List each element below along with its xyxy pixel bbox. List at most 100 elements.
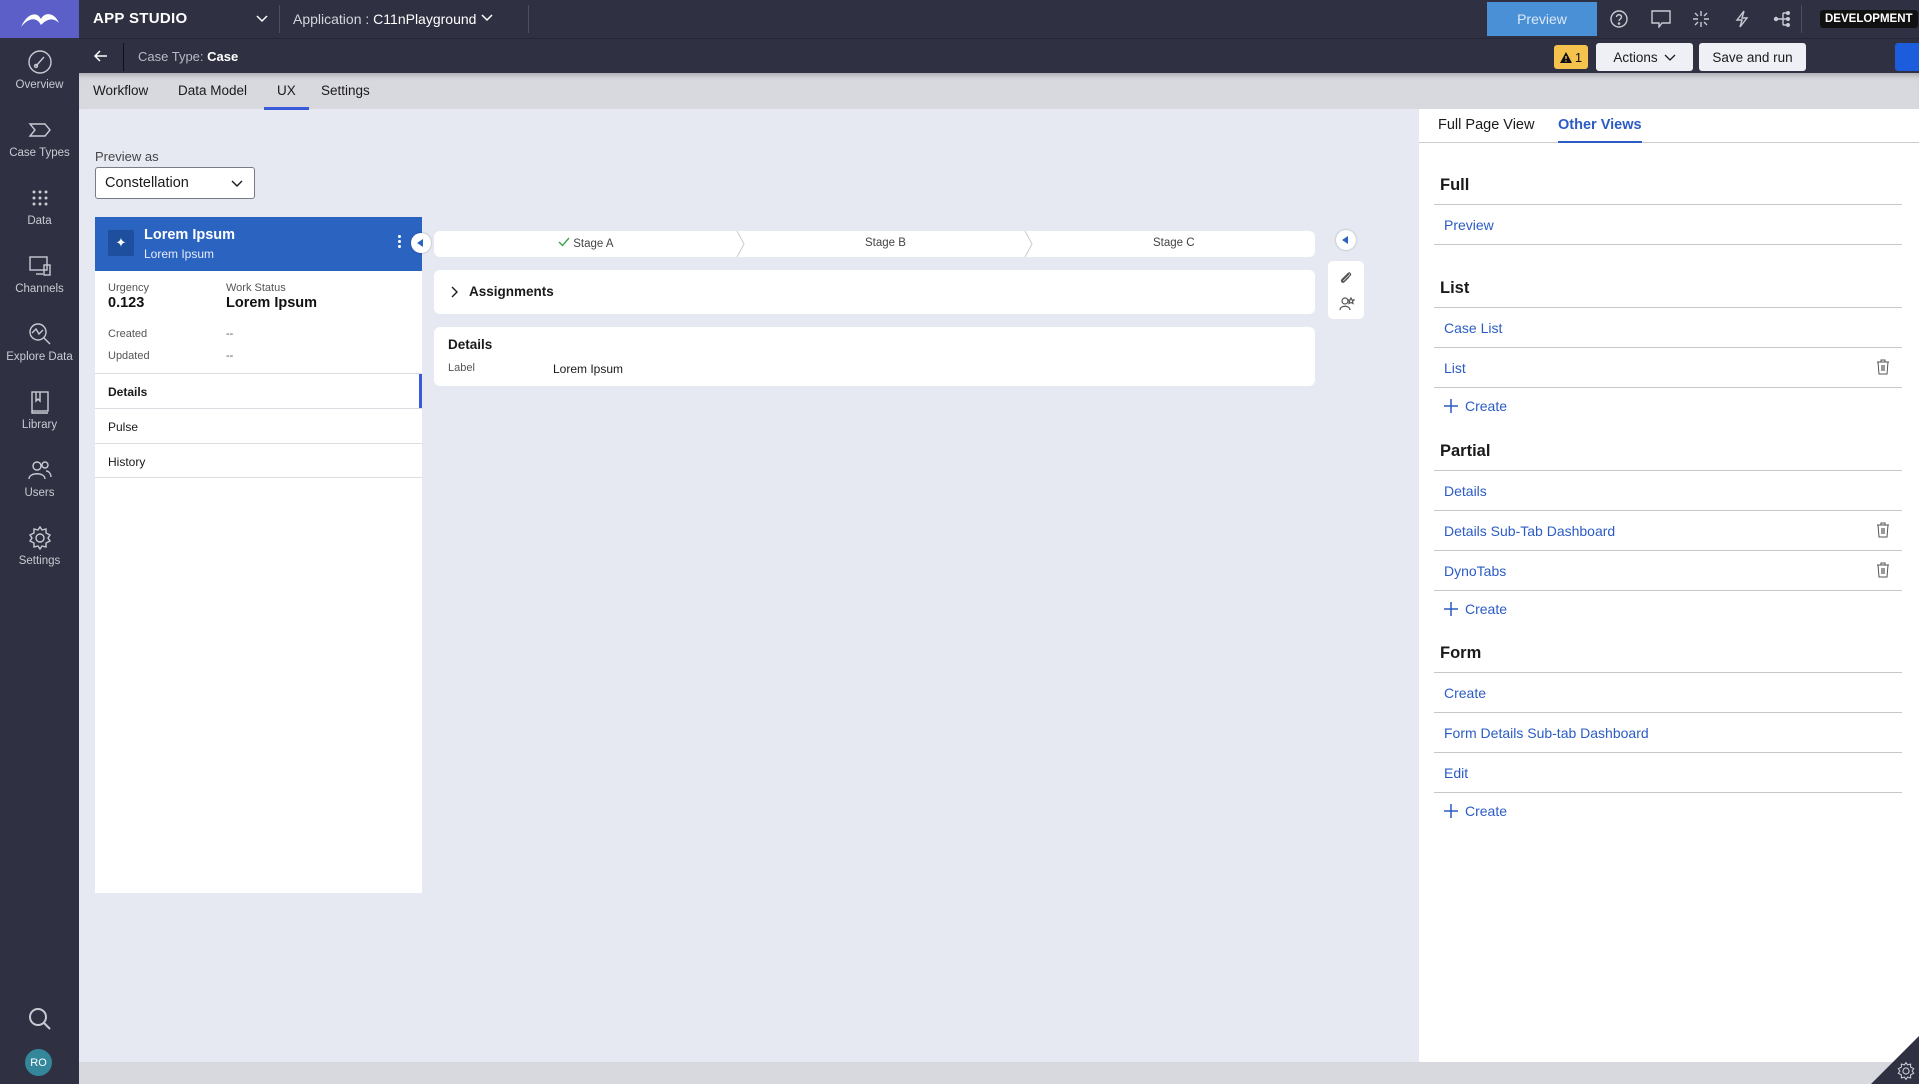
trash-icon[interactable] bbox=[1876, 562, 1890, 578]
section-title: Full bbox=[1434, 176, 1902, 205]
stage-a[interactable]: Stage A bbox=[558, 237, 614, 250]
warnings-button[interactable]: 1 bbox=[1554, 45, 1588, 69]
rail-label: Settings bbox=[18, 555, 61, 567]
stage-label: Stage A bbox=[573, 238, 614, 250]
pega-logo[interactable] bbox=[0, 0, 79, 38]
view-link-edit[interactable]: Edit bbox=[1434, 753, 1902, 793]
updated-label: Updated bbox=[108, 350, 150, 362]
warning-count: 1 bbox=[1574, 49, 1583, 65]
create-partial-view-button[interactable]: Create bbox=[1434, 591, 1902, 627]
section-form: Form Create Form Details Sub-tab Dashboa… bbox=[1434, 644, 1902, 829]
preview-as-value: Constellation bbox=[105, 175, 189, 191]
preview-as-select[interactable]: Constellation bbox=[95, 167, 255, 199]
environment-badge: DEVELOPMENT bbox=[1820, 10, 1918, 28]
left-rail: Overview Case Types Data Channels Explor… bbox=[0, 0, 79, 1084]
case-tab-pulse[interactable]: Pulse bbox=[95, 408, 422, 443]
case-types-chevron-icon bbox=[28, 123, 51, 137]
stage-c[interactable]: Stage C bbox=[1153, 237, 1195, 249]
ai-button[interactable] bbox=[1692, 10, 1710, 28]
tab-data-model[interactable]: Data Model bbox=[178, 83, 247, 98]
check-icon bbox=[558, 237, 570, 247]
utilities-panel bbox=[1328, 261, 1364, 319]
actions-button[interactable]: Actions bbox=[1596, 43, 1693, 71]
followers-icon[interactable] bbox=[1339, 297, 1355, 311]
view-link-details[interactable]: Details bbox=[1434, 471, 1902, 511]
chat-icon bbox=[1651, 10, 1671, 30]
assignments-label: Assignments bbox=[469, 284, 554, 299]
rail-search-button[interactable] bbox=[0, 1006, 79, 1036]
rail-item-channels[interactable]: Channels bbox=[0, 253, 79, 295]
case-header: ✦ Lorem Ipsum Lorem Ipsum bbox=[95, 217, 422, 271]
collapse-summary-button[interactable] bbox=[411, 233, 431, 253]
rail-item-users[interactable]: Users bbox=[0, 457, 79, 499]
application-name: C11nPlayground bbox=[373, 11, 477, 27]
rail-item-data[interactable]: Data bbox=[0, 185, 79, 227]
view-link-details-sub-tab-dashboard[interactable]: Details Sub-Tab Dashboard bbox=[1434, 511, 1902, 551]
studio-title: APP STUDIO bbox=[93, 10, 188, 27]
rail-item-case-types[interactable]: Case Types bbox=[0, 117, 79, 159]
rail-item-library[interactable]: Library bbox=[0, 389, 79, 431]
views-panel: Full Page View Other Views Full Preview … bbox=[1419, 109, 1919, 1062]
rail-item-settings[interactable]: Settings bbox=[0, 525, 79, 567]
plus-icon bbox=[1444, 399, 1458, 413]
section-title: List bbox=[1434, 279, 1902, 308]
studio-switcher-chevron-icon[interactable] bbox=[255, 12, 269, 26]
create-list-view-button[interactable]: Create bbox=[1434, 388, 1902, 424]
rail-item-explore-data[interactable]: Explore Data bbox=[0, 321, 79, 363]
warning-icon bbox=[1559, 51, 1572, 63]
case-type-breadcrumb: Case Type: Case bbox=[138, 49, 238, 64]
case-type-icon: ✦ bbox=[108, 230, 134, 256]
trash-icon[interactable] bbox=[1876, 522, 1890, 538]
preview-as-label: Preview as bbox=[95, 149, 159, 164]
case-title: Lorem Ipsum bbox=[144, 227, 236, 243]
view-link-preview[interactable]: Preview bbox=[1434, 205, 1902, 245]
hierarchy-button[interactable] bbox=[1773, 10, 1791, 28]
stage-label: Stage B bbox=[865, 237, 906, 249]
trash-icon[interactable] bbox=[1876, 359, 1890, 375]
case-tab-history[interactable]: History bbox=[95, 443, 422, 478]
section-full: Full Preview bbox=[1434, 176, 1902, 245]
application-switcher[interactable]: Application : C11nPlayground bbox=[293, 11, 494, 27]
actions-label: Actions bbox=[1613, 49, 1658, 65]
case-tab-details[interactable]: Details bbox=[95, 373, 422, 409]
tab-other-views[interactable]: Other Views bbox=[1558, 117, 1642, 143]
chat-button[interactable] bbox=[1651, 10, 1671, 30]
chevron-down-icon bbox=[481, 14, 493, 22]
gear-icon[interactable] bbox=[1896, 1061, 1916, 1081]
view-link-create[interactable]: Create bbox=[1434, 673, 1902, 713]
automation-button[interactable] bbox=[1733, 10, 1751, 28]
rail-item-overview[interactable]: Overview bbox=[0, 49, 79, 91]
stage-divider bbox=[1024, 231, 1033, 257]
tab-ux[interactable]: UX bbox=[264, 83, 309, 110]
create-label: Create bbox=[1465, 803, 1508, 819]
create-form-view-button[interactable]: Create bbox=[1434, 793, 1902, 829]
stage-b[interactable]: Stage B bbox=[865, 237, 906, 249]
save-button[interactable]: Save bbox=[1895, 43, 1919, 71]
case-type-label: Case Type: bbox=[138, 49, 204, 64]
case-designer-tabs: Workflow Data Model UX Settings bbox=[79, 73, 1919, 110]
save-and-run-button[interactable]: Save and run bbox=[1699, 43, 1806, 71]
case-subtitle: Lorem Ipsum bbox=[144, 247, 215, 261]
view-link-case-list[interactable]: Case List bbox=[1434, 308, 1902, 348]
plus-icon bbox=[1444, 602, 1458, 616]
more-actions-icon[interactable] bbox=[398, 235, 402, 250]
view-link-list[interactable]: List bbox=[1434, 348, 1902, 388]
help-button[interactable] bbox=[1610, 10, 1628, 28]
user-avatar[interactable]: RO bbox=[25, 1049, 52, 1076]
preview-button[interactable]: Preview bbox=[1487, 2, 1597, 36]
rail-label: Overview bbox=[15, 79, 64, 91]
tab-settings[interactable]: Settings bbox=[321, 83, 370, 98]
back-arrow-icon[interactable] bbox=[93, 48, 109, 64]
bottom-status-bar bbox=[79, 1062, 1919, 1084]
view-link-dynotabs[interactable]: DynoTabs bbox=[1434, 551, 1902, 591]
chevron-down-icon bbox=[231, 180, 243, 187]
view-link-form-details-sub-tab-dashboard[interactable]: Form Details Sub-tab Dashboard bbox=[1434, 713, 1902, 753]
collapse-utilities-button[interactable] bbox=[1336, 230, 1356, 250]
details-card: Details Label Lorem Ipsum bbox=[434, 327, 1315, 386]
create-label: Create bbox=[1465, 601, 1508, 617]
attachment-icon[interactable] bbox=[1339, 271, 1353, 285]
tab-full-page-view[interactable]: Full Page View bbox=[1438, 117, 1534, 133]
assignments-panel[interactable]: Assignments bbox=[434, 270, 1315, 314]
tab-workflow[interactable]: Workflow bbox=[93, 83, 148, 98]
case-type-value: Case bbox=[207, 49, 239, 64]
